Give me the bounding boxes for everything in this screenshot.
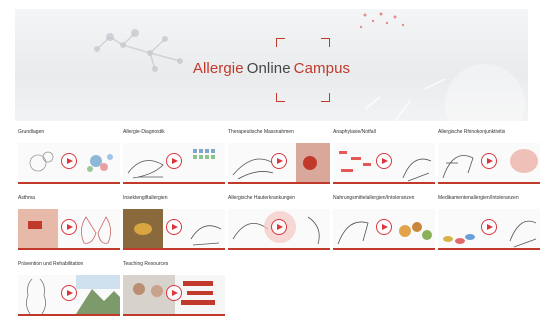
brand-title: Allergie Online Campus	[15, 60, 528, 77]
topic-label: Insektengiftallergien	[123, 195, 168, 201]
play-icon	[166, 219, 182, 235]
nose-illustration-icon	[438, 143, 540, 184]
skin-illustration-icon	[228, 209, 330, 250]
topic-tile-nahrungsmittelallergien[interactable]: Nahrungsmittelallergien/Intoleranzen	[333, 195, 435, 250]
topic-tile-medikamentenallergien[interactable]: Medikamentenallergien/Intoleranzen	[438, 195, 540, 250]
topic-label: Allergie-Diagnostik	[123, 129, 165, 135]
topic-tile-anaphylaxie-notfall[interactable]: Anaphylaxie/Notfall	[333, 129, 435, 184]
play-icon	[61, 153, 77, 169]
play-icon	[376, 219, 392, 235]
topic-tile-therapeutische-massnahmen[interactable]: Therapeutische Massnahmen	[228, 129, 330, 184]
topic-label: Allergische Rhinokonjunktivitis	[438, 129, 506, 135]
topic-tile-grundlagen[interactable]: Grundlagen	[18, 129, 120, 184]
topic-tile-allergische-hauterkrankungen[interactable]: Allergische Hauterkrankungen	[228, 195, 330, 250]
play-icon	[271, 219, 287, 235]
bee-illustration-icon	[123, 209, 225, 250]
pills-illustration-icon	[438, 209, 540, 250]
topic-label: Therapeutische Massnahmen	[228, 129, 294, 135]
topic-label: Asthma	[18, 195, 35, 201]
molecule-illustration-icon	[18, 143, 120, 184]
topic-label: Nahrungsmittelallergien/Intoleranzen	[333, 195, 415, 201]
brand-frame-corner	[276, 38, 285, 47]
emergency-illustration-icon	[333, 143, 435, 184]
topic-label: Prävention und Rehabilitation	[18, 261, 84, 267]
play-icon	[61, 285, 77, 301]
topic-tile-insektengiftallergien[interactable]: Insektengiftallergien	[123, 195, 225, 250]
teaching-illustration-icon	[123, 275, 225, 316]
brand-frame-corner	[276, 93, 285, 102]
topic-tile-allergische-rhinokonjunktivitis[interactable]: Allergische Rhinokonjunktivitis	[438, 129, 540, 184]
play-icon	[61, 219, 77, 235]
play-icon	[376, 153, 392, 169]
topic-tile-praevention-rehabilitation[interactable]: Prävention und Rehabilitation	[18, 261, 120, 316]
brand-frame-corner	[321, 38, 330, 47]
topic-tile-allergie-diagnostik[interactable]: Allergie-Diagnostik	[123, 129, 225, 184]
topic-tile-teaching-resources[interactable]: Teaching Resources	[123, 261, 225, 316]
brand-word-campus: Campus	[293, 60, 351, 77]
inhaler-illustration-icon	[18, 209, 120, 250]
play-icon	[481, 219, 497, 235]
food-illustration-icon	[333, 209, 435, 250]
mountain-illustration-icon	[18, 275, 120, 316]
topic-label: Anaphylaxie/Notfall	[333, 129, 376, 135]
brand-word-online: Online	[246, 60, 291, 77]
injection-illustration-icon	[228, 143, 330, 184]
play-icon	[271, 153, 287, 169]
topic-label: Grundlagen	[18, 129, 45, 135]
play-icon	[166, 285, 182, 301]
topic-label: Teaching Resources	[123, 261, 169, 267]
hero-banner: Allergie Online Campus	[15, 9, 528, 121]
skin-test-illustration-icon	[123, 143, 225, 184]
topic-tile-asthma[interactable]: Asthma	[18, 195, 120, 250]
play-icon	[166, 153, 182, 169]
brand-frame-corner	[321, 93, 330, 102]
play-icon	[481, 153, 497, 169]
topic-label: Medikamentenallergien/Intoleranzen	[438, 195, 519, 201]
topic-label: Allergische Hauterkrankungen	[228, 195, 295, 201]
brand-word-allergie: Allergie	[192, 60, 244, 77]
